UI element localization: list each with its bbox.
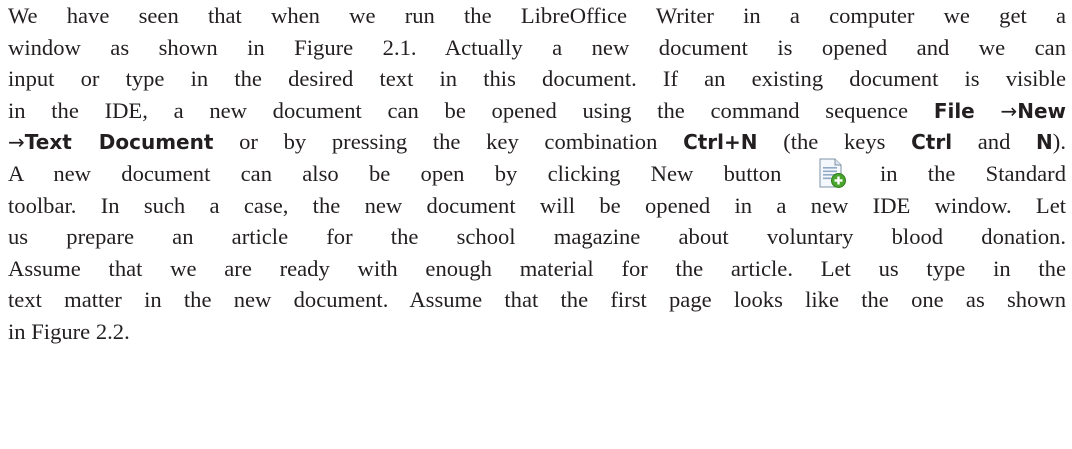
text-line-5-keys: (the keys (757, 129, 912, 155)
text-line-5-and: and (952, 129, 1037, 155)
shortcut-ctrl-n-label: Ctrl+N (683, 130, 758, 155)
new-document-icon (814, 158, 848, 188)
text-line-8: us prepare an article for the school mag… (8, 224, 1066, 250)
text-line-6-start: A new document can also be open by click… (8, 160, 782, 186)
text-line-2: window as shown in Figure 2.1. Actually … (8, 34, 1066, 60)
text-line-11: in Figure 2.2. (8, 318, 130, 344)
menu-text-document-label: Text Document (24, 130, 214, 155)
key-n-label: N (1036, 130, 1053, 155)
text-line-3: input or type in the desired text in thi… (8, 66, 1066, 92)
text-line-10: text matter in the new document. Assume … (8, 287, 1066, 313)
arrow-right-icon: → (8, 130, 25, 155)
document-page: We have seen that when we run the LibreO… (0, 0, 1072, 449)
text-line-6: A new document can also be open by click… (8, 158, 1066, 190)
text-line-7: toolbar. In such a case, the new documen… (8, 192, 1066, 218)
text-line-5-end: ). (1052, 129, 1066, 155)
body-paragraph: We have seen that when we run the LibreO… (8, 0, 1066, 348)
text-line-4: in the IDE, a new document can be opened… (8, 95, 1066, 127)
text-line-5-mid: or by pressing the key combination (213, 129, 684, 155)
text-line-5: →Text Document or by pressing the key co… (8, 126, 1066, 158)
text-line-4-lead: in the IDE, a new document can be opened… (8, 97, 909, 123)
text-line-6-end: in the Standard (879, 160, 1066, 186)
text-line-1: We have seen that when we run the LibreO… (8, 3, 1066, 28)
text-line-9: Assume that we are ready with enough mat… (8, 255, 1066, 281)
menu-new-label: New (1017, 98, 1066, 123)
key-ctrl-label: Ctrl (911, 130, 953, 155)
arrow-right-icon: → (1000, 98, 1018, 123)
menu-file-label: File (933, 98, 975, 123)
